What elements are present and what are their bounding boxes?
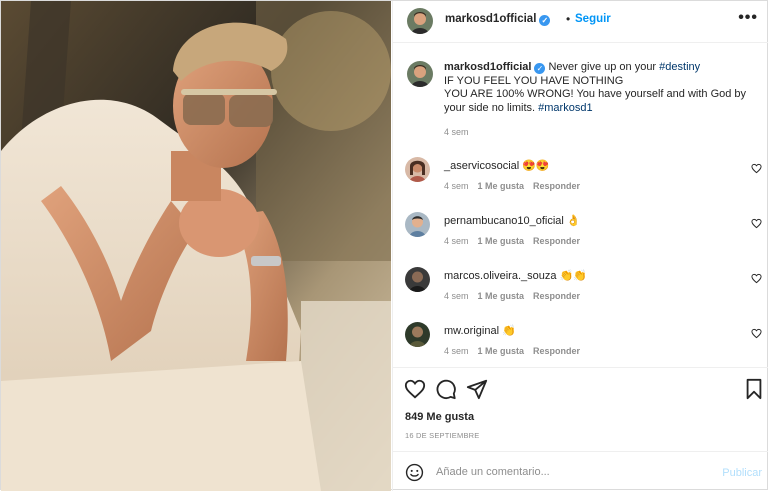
- follow-button[interactable]: Seguir: [575, 13, 611, 25]
- avatar-image: [405, 212, 430, 237]
- comment-time[interactable]: 4 sem: [444, 236, 469, 246]
- share-icon[interactable]: [466, 378, 488, 400]
- comment-emoji: 😍😍: [522, 160, 550, 172]
- comment-text: pernambucano10_oficial 👌: [444, 214, 581, 227]
- avatar-image: [407, 61, 433, 87]
- comment-item: mw.original 👏 4 sem 1 Me gusta Responder: [393, 321, 768, 371]
- verified-badge-icon: ✓: [539, 15, 551, 26]
- header-separator: •: [566, 12, 571, 26]
- comment-username[interactable]: _aservicosocial: [444, 160, 519, 172]
- comment-heart-icon[interactable]: [751, 273, 762, 284]
- comment-meta: 4 sem 1 Me gusta Responder: [444, 346, 589, 356]
- publish-button[interactable]: Publicar: [722, 467, 762, 479]
- post-header: markosd1official ✓ • Seguir •••: [393, 1, 768, 43]
- caption-author-avatar[interactable]: [407, 61, 433, 87]
- commenter-avatar[interactable]: [405, 157, 430, 182]
- comment-heart-icon[interactable]: [751, 218, 762, 229]
- reply-button[interactable]: Responder: [533, 346, 580, 356]
- comment-meta: 4 sem 1 Me gusta Responder: [444, 181, 589, 191]
- comment-input[interactable]: [436, 461, 706, 483]
- instagram-post: markosd1official ✓ • Seguir ••• markosd1o…: [0, 0, 768, 491]
- post-photo[interactable]: [1, 1, 391, 491]
- hashtag-destiny[interactable]: #destiny: [659, 61, 700, 73]
- comment-time[interactable]: 4 sem: [444, 291, 469, 301]
- avatar-image: [405, 322, 430, 347]
- heart-icon[interactable]: [404, 378, 426, 400]
- verified-badge-icon: ✓: [534, 63, 546, 74]
- comment-item: pernambucano10_oficial 👌 4 sem 1 Me gusta R…: [393, 211, 768, 261]
- comment-likes[interactable]: 1 Me gusta: [478, 181, 525, 191]
- comment-time[interactable]: 4 sem: [444, 181, 469, 191]
- more-options-icon[interactable]: •••: [738, 9, 758, 27]
- author-avatar[interactable]: [407, 8, 433, 34]
- comment-text: mw.original 👏: [444, 324, 516, 337]
- commenter-avatar[interactable]: [405, 322, 430, 347]
- avatar-image: [407, 8, 433, 34]
- comment-heart-icon[interactable]: [751, 163, 762, 174]
- bookmark-icon[interactable]: [743, 378, 765, 400]
- post-date[interactable]: 16 DE SEPTIEMBRE: [405, 431, 479, 440]
- comment-heart-icon[interactable]: [751, 328, 762, 339]
- commenter-avatar[interactable]: [405, 267, 430, 292]
- comment-emoji: 👏👏: [559, 270, 587, 282]
- comment-item: _aservicosocial 😍😍 4 sem 1 Me gusta Respond…: [393, 156, 768, 206]
- comment-username[interactable]: marcos.oliveira._souza: [444, 270, 557, 282]
- comment-likes[interactable]: 1 Me gusta: [478, 346, 525, 356]
- emoji-icon[interactable]: [405, 463, 424, 482]
- caption-line2: IF YOU FEEL YOU HAVE NOTHING: [444, 74, 624, 87]
- comment-item: marcos.oliveira._souza 👏👏 4 sem 1 Me gusta…: [393, 266, 768, 316]
- comment-emoji: 👌: [566, 215, 581, 227]
- caption-line1: Never give up on your: [548, 61, 657, 73]
- caption-line3: YOU ARE 100% WRONG! You have yourself an…: [444, 88, 747, 114]
- author-username[interactable]: markosd1official ✓: [445, 13, 551, 26]
- add-comment-bar: Publicar: [393, 451, 768, 491]
- commenter-avatar[interactable]: [405, 212, 430, 237]
- avatar-image: [405, 157, 430, 182]
- comment-text: marcos.oliveira._souza 👏👏: [444, 269, 587, 282]
- likes-count[interactable]: 849 Me gusta: [405, 411, 474, 423]
- avatar-image: [405, 267, 430, 292]
- post-side-panel: markosd1official ✓ • Seguir ••• markosd1o…: [392, 1, 768, 491]
- caption-text: markosd1official ✓ Never give up on your …: [444, 61, 759, 115]
- hashtag-markosd1[interactable]: #markosd1: [538, 102, 592, 114]
- comment-text: _aservicosocial 😍😍: [444, 159, 550, 172]
- reply-button[interactable]: Responder: [533, 181, 580, 191]
- comment-icon[interactable]: [435, 378, 457, 400]
- post-photo-illustration: [1, 1, 391, 491]
- reply-button[interactable]: Responder: [533, 291, 580, 301]
- comment-likes[interactable]: 1 Me gusta: [478, 236, 525, 246]
- caption-username[interactable]: markosd1official: [444, 61, 531, 73]
- comment-meta: 4 sem 1 Me gusta Responder: [444, 236, 589, 246]
- comment-emoji: 👏: [502, 325, 516, 337]
- comment-username[interactable]: mw.original: [444, 325, 499, 337]
- author-username-text[interactable]: markosd1official: [445, 13, 536, 25]
- caption-timestamp[interactable]: 4 sem: [444, 127, 469, 137]
- comment-likes[interactable]: 1 Me gusta: [478, 291, 525, 301]
- comment-time[interactable]: 4 sem: [444, 346, 469, 356]
- comment-username[interactable]: pernambucano10_oficial: [444, 215, 564, 227]
- reply-button[interactable]: Responder: [533, 236, 580, 246]
- comment-meta: 4 sem 1 Me gusta Responder: [444, 291, 589, 301]
